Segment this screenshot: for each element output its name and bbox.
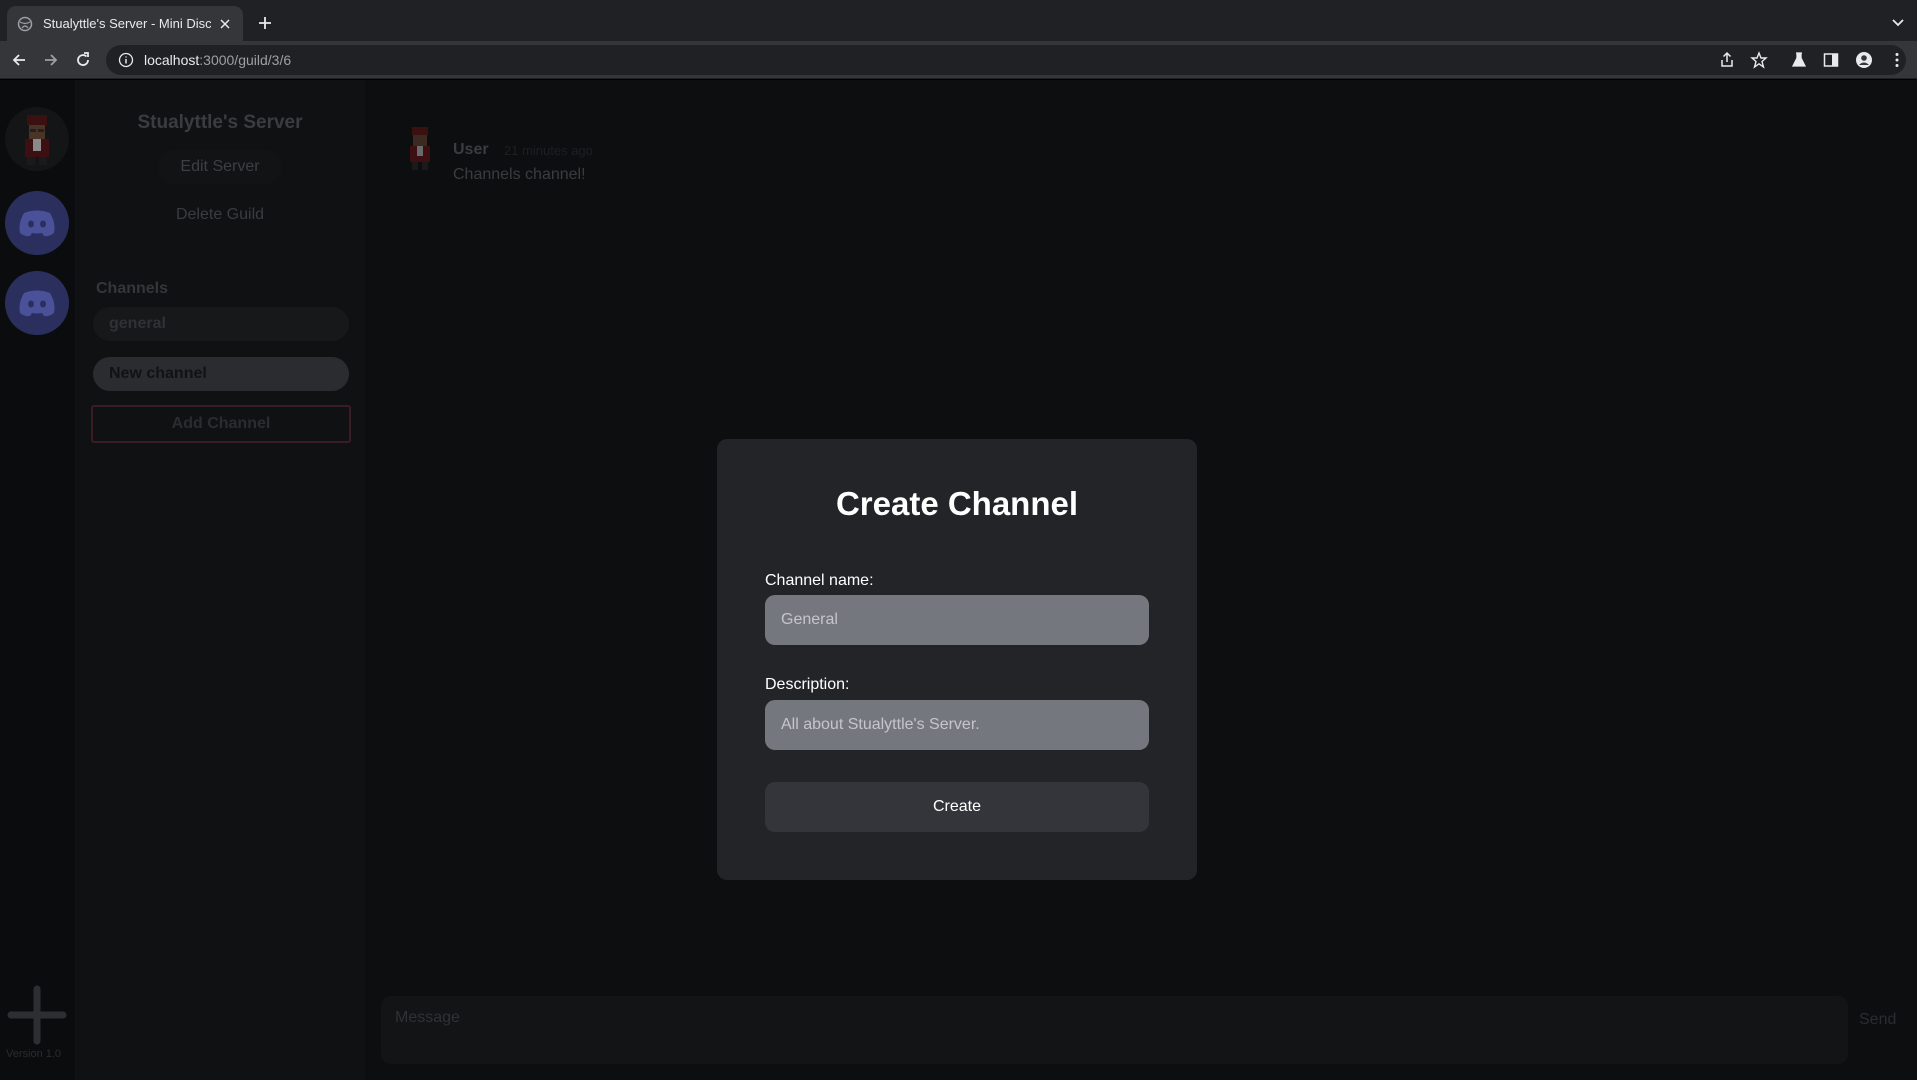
- message-text: Channels channel!: [453, 166, 586, 183]
- add-channel-button[interactable]: Add Channel: [91, 405, 351, 443]
- url-text: localhost:3000/guild/3/6: [144, 52, 291, 68]
- profile-icon[interactable]: [1855, 51, 1873, 69]
- server-icon-discord-2[interactable]: [5, 271, 69, 335]
- channel-name-input[interactable]: [765, 595, 1149, 645]
- description-label: Description:: [765, 676, 850, 693]
- browser-tab[interactable]: Stualyttle's Server - Mini Discord: [7, 6, 243, 41]
- send-button[interactable]: Send: [1859, 1011, 1896, 1029]
- info-icon[interactable]: [118, 52, 134, 68]
- browser-tabbar: Stualyttle's Server - Mini Discord: [0, 0, 1917, 41]
- channel-item-new-channel[interactable]: New channel: [93, 357, 349, 391]
- back-arrow-icon[interactable]: [10, 51, 28, 69]
- reload-icon[interactable]: [74, 51, 92, 69]
- delete-guild-link[interactable]: Delete Guild: [75, 206, 365, 224]
- star-icon[interactable]: [1750, 51, 1768, 69]
- discord-logo-icon: [19, 210, 55, 237]
- channel-name-label: Channel name:: [765, 572, 874, 589]
- tab-title: Stualyttle's Server - Mini Discord: [43, 16, 211, 31]
- add-server-plus-icon[interactable]: [5, 983, 69, 1047]
- labs-flask-icon[interactable]: [1790, 51, 1808, 69]
- plus-icon[interactable]: [256, 14, 274, 32]
- message-timestamp: 21 minutes ago: [504, 143, 593, 158]
- message-composer: [381, 996, 1848, 1064]
- message-avatar: [410, 127, 430, 170]
- modal-title: Create Channel: [835, 485, 1079, 522]
- create-button[interactable]: Create: [765, 782, 1149, 832]
- discord-logo-icon: [19, 290, 55, 317]
- app-root: Version 1.0 Stualyttle's Server Edit Ser…: [0, 80, 1917, 1080]
- url-host: localhost: [144, 52, 200, 68]
- edit-server-button[interactable]: Edit Server: [158, 150, 282, 184]
- channels-heading: Channels: [96, 280, 169, 297]
- channel-sidebar: Stualyttle's Server Edit Server Delete G…: [75, 80, 365, 1080]
- message-author: User: [453, 141, 489, 158]
- version-label: Version 1.0: [6, 1048, 62, 1060]
- description-input[interactable]: [765, 700, 1149, 750]
- side-panel-icon[interactable]: [1822, 51, 1840, 69]
- share-icon[interactable]: [1718, 51, 1736, 69]
- close-icon[interactable]: [217, 16, 233, 32]
- globe-icon: [17, 16, 33, 31]
- url-path: :3000/guild/3/6: [199, 52, 292, 68]
- create-channel-modal: Create Channel Channel name: Description…: [717, 439, 1197, 880]
- chevron-down-icon[interactable]: [1891, 15, 1905, 29]
- server-rail: Version 1.0: [0, 80, 75, 1080]
- browser-toolbar: localhost:3000/guild/3/6: [0, 41, 1917, 79]
- message-input[interactable]: [395, 1006, 1795, 1030]
- server-icon-discord-1[interactable]: [5, 191, 69, 255]
- server-avatar-stualyttle[interactable]: [5, 107, 69, 171]
- pixel-avatar-icon: [25, 115, 49, 165]
- server-title: Stualyttle's Server: [137, 112, 303, 133]
- forward-arrow-icon[interactable]: [42, 51, 60, 69]
- kebab-menu-icon[interactable]: [1888, 51, 1906, 69]
- channel-item-general[interactable]: general: [93, 307, 349, 341]
- address-bar[interactable]: localhost:3000/guild/3/6: [106, 45, 1906, 75]
